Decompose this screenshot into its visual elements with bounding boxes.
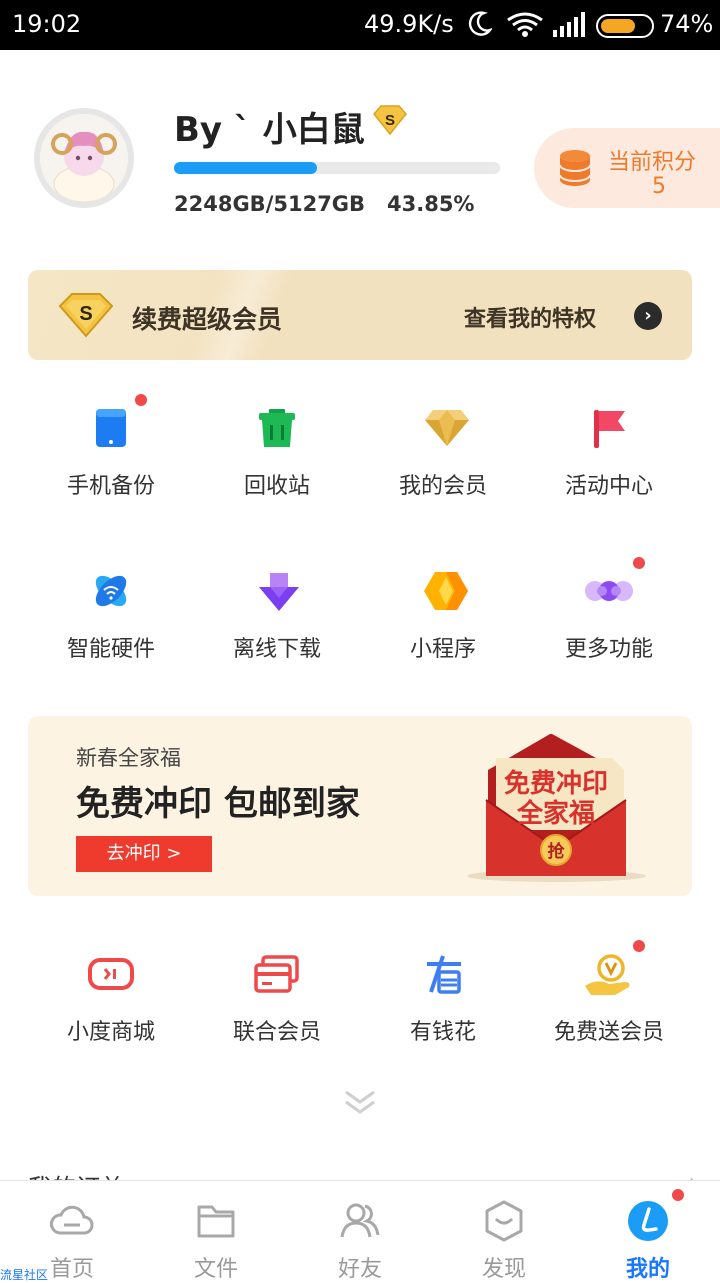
grid-item-my-membership[interactable]: 我的会员 [360,400,526,530]
envelope-seal-text: 抢 [548,841,566,862]
watermark-text: 流星社区 [0,1268,49,1282]
print-banner-title: 免费冲印 包邮到家 [76,784,360,824]
recycle-bin-icon [257,408,297,448]
grid-item-label: 离线下载 [232,637,321,662]
nav-label: 好友 [337,1257,382,1282]
grid-item-smart-hardware[interactable]: 智能硬件 [28,563,194,693]
points-label: 当前积分 [608,150,697,175]
free-membership-icon [583,954,630,995]
grid-item-label: 手机备份 [66,474,155,499]
bottom-navigation: 首页 文件 好友 发现 我的 [0,1180,720,1282]
super-vip-badge-letter: S [385,112,395,129]
photo-print-banner[interactable]: 新春全家福 免费冲印 包邮到家 去冲印 > 免费冲印 全家福 抢 [28,716,692,896]
storage-used-percent: 43.85% [387,192,475,216]
battery-percent: 74% [660,10,714,38]
envelope-text-line1: 免费冲印 [504,768,608,799]
nav-me[interactable]: 我的 [576,1181,720,1282]
storage-progress-fill [174,162,317,174]
battery-icon [596,14,654,38]
grid-item-label: 小度商城 [66,1020,155,1045]
nav-label: 发现 [481,1257,526,1282]
avatar[interactable] [34,108,134,208]
network-speed: 49.9K/s [364,10,454,38]
storage-quota-text: 2248GB/5127GB 43.85% [174,192,474,216]
offline-download-icon [257,571,299,611]
grid-item-label: 免费送会员 [553,1020,664,1045]
nav-label: 文件 [193,1257,238,1282]
grid-item-activity-center[interactable]: 活动中心 [526,400,692,530]
phone-backup-icon [91,408,131,448]
grid-item-xiaodu-mall[interactable]: 小度商城 [28,946,194,1076]
diamond-icon [423,408,469,448]
renew-title: 续费超级会员 [132,305,283,334]
username: By ` 小白鼠 [174,110,365,150]
status-time: 19:02 [12,10,82,38]
chevron-right-icon[interactable]: › [634,302,662,330]
grid-item-label: 联合会员 [232,1020,321,1045]
notification-dot [135,394,147,406]
grid-item-recycle-bin[interactable]: 回收站 [194,400,360,530]
renew-s-letter: S [79,303,92,325]
go-print-button[interactable]: 去冲印 > [76,836,212,872]
nav-files[interactable]: 文件 [144,1181,288,1282]
view-privileges-link[interactable]: 查看我的特权 [464,301,596,333]
folder-icon [194,1199,238,1243]
grid-item-mini-program[interactable]: 小程序 [360,563,526,693]
me-icon [626,1199,670,1243]
home-cloud-icon [50,1199,94,1243]
notification-dot [633,557,645,569]
wifi-icon [506,12,544,44]
grid-item-label: 智能硬件 [66,637,155,662]
grid-item-offline-download[interactable]: 离线下载 [194,563,360,693]
grid-item-phone-backup[interactable]: 手机备份 [28,394,194,530]
grid-item-label: 活动中心 [564,474,653,499]
expand-more-chevron-icon[interactable] [344,1088,376,1120]
points-value: 5 [652,174,666,199]
mini-program-icon [423,571,468,611]
signal-icon [552,12,586,44]
notification-dot [672,1189,684,1201]
smart-hardware-icon [91,571,131,611]
grid-item-label: 我的会员 [398,474,487,499]
grid-item-label: 有钱花 [409,1020,476,1045]
grid-item-label: 小程序 [409,637,476,662]
nav-discover[interactable]: 发现 [432,1181,576,1282]
points-card[interactable]: 当前积分 5 [534,128,720,208]
grid-item-label: 回收站 [243,474,310,499]
friends-icon [338,1199,382,1243]
envelope-text-line2: 全家福 [516,798,595,829]
renew-super-vip-banner[interactable]: S 续费超级会员 查看我的特权 › [28,270,692,360]
grid-item-joint-membership[interactable]: 联合会员 [194,946,360,1076]
grid-item-more-functions[interactable]: 更多功能 [526,557,692,693]
more-functions-icon [583,571,633,611]
grid-item-free-membership[interactable]: 免费送会员 [526,940,692,1076]
nav-friends[interactable]: 好友 [288,1181,432,1282]
super-vip-badge-icon[interactable]: S [372,104,408,140]
status-bar: 19:02 49.9K/s 74% [0,0,720,50]
print-banner-subtitle: 新春全家福 [76,746,181,770]
flag-icon [589,408,629,448]
youqianhua-icon [423,954,463,994]
do-not-disturb-icon [466,10,494,44]
notification-dot [633,940,645,952]
storage-progress-bar [174,162,500,174]
joint-membership-icon [253,954,299,994]
nav-label: 我的 [625,1257,670,1282]
storage-used-total: 2248GB/5127GB [174,192,366,216]
grid-item-label: 更多功能 [564,637,653,662]
super-vip-s-icon: S [58,292,114,342]
red-envelope-icon: 免费冲印 全家福 抢 [466,730,658,890]
coin-stack-icon [558,148,592,190]
discover-icon [482,1199,526,1243]
xiaodu-mall-icon [87,954,134,994]
grid-item-youqianhua[interactable]: 有钱花 [360,946,526,1076]
